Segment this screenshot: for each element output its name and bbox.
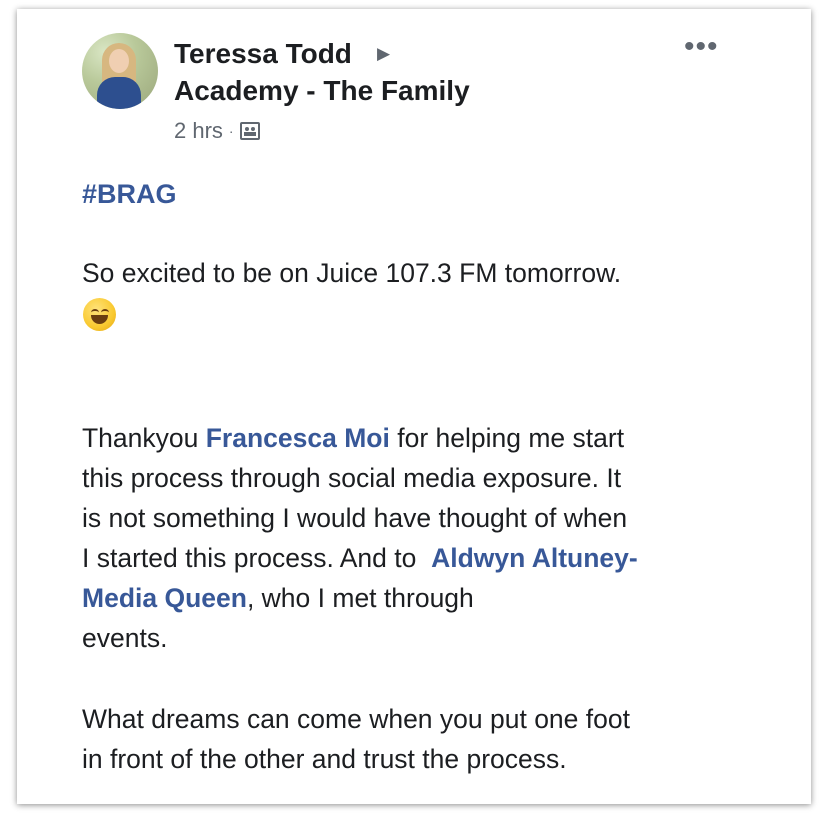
text-segment: for helping me start [389,423,625,453]
paragraph-line: Media Queen, who I met through [82,578,762,618]
group-icon [239,122,260,140]
mention-francesca-moi[interactable]: Francesca Moi [206,423,390,453]
paragraph-line: is not something I would have thought of… [82,503,628,533]
meta-separator: · [228,123,234,139]
post-paragraph-2: Thankyou Francesca Moi for helping me st… [82,418,762,658]
post-card [17,9,811,804]
paragraph-line: What dreams can come when you put one fo… [82,704,630,734]
author-avatar[interactable] [82,33,158,109]
text-segment: I started this process. And to [82,543,432,573]
paragraph-line: I started this process. And to Aldwyn Al… [82,538,762,578]
post-meta: 2 hrs · [174,117,260,145]
group-name[interactable]: Academy - The Family [174,73,470,109]
avatar-face [109,49,129,73]
timestamp[interactable]: 2 hrs [174,117,223,145]
text-segment: Thankyou [82,423,206,453]
text-segment: , who I met through [246,583,474,613]
paragraph-line: in front of the other and trust the proc… [82,744,567,774]
paragraph-line: this process through social media exposu… [82,463,622,493]
more-options-icon[interactable]: ••• [684,32,719,62]
paragraph-line: Thankyou Francesca Moi for helping me st… [82,418,762,458]
avatar-body [97,77,141,109]
mention-media-queen[interactable]: Media Queen [82,583,247,613]
post-paragraph-1: So excited to be on Juice 107.3 FM tomor… [82,258,622,288]
paragraph-line: events. [82,623,168,653]
post-paragraph-3: What dreams can come when you put one fo… [82,699,630,779]
grinning-face-emoji-icon [83,298,116,331]
hashtag-link[interactable]: #BRAG [82,174,177,214]
mention-aldwyn-altuney[interactable]: Aldwyn Altuney- [431,543,638,573]
author-name[interactable]: Teressa Todd [174,36,352,72]
arrow-right-icon: ▶ [377,44,391,63]
